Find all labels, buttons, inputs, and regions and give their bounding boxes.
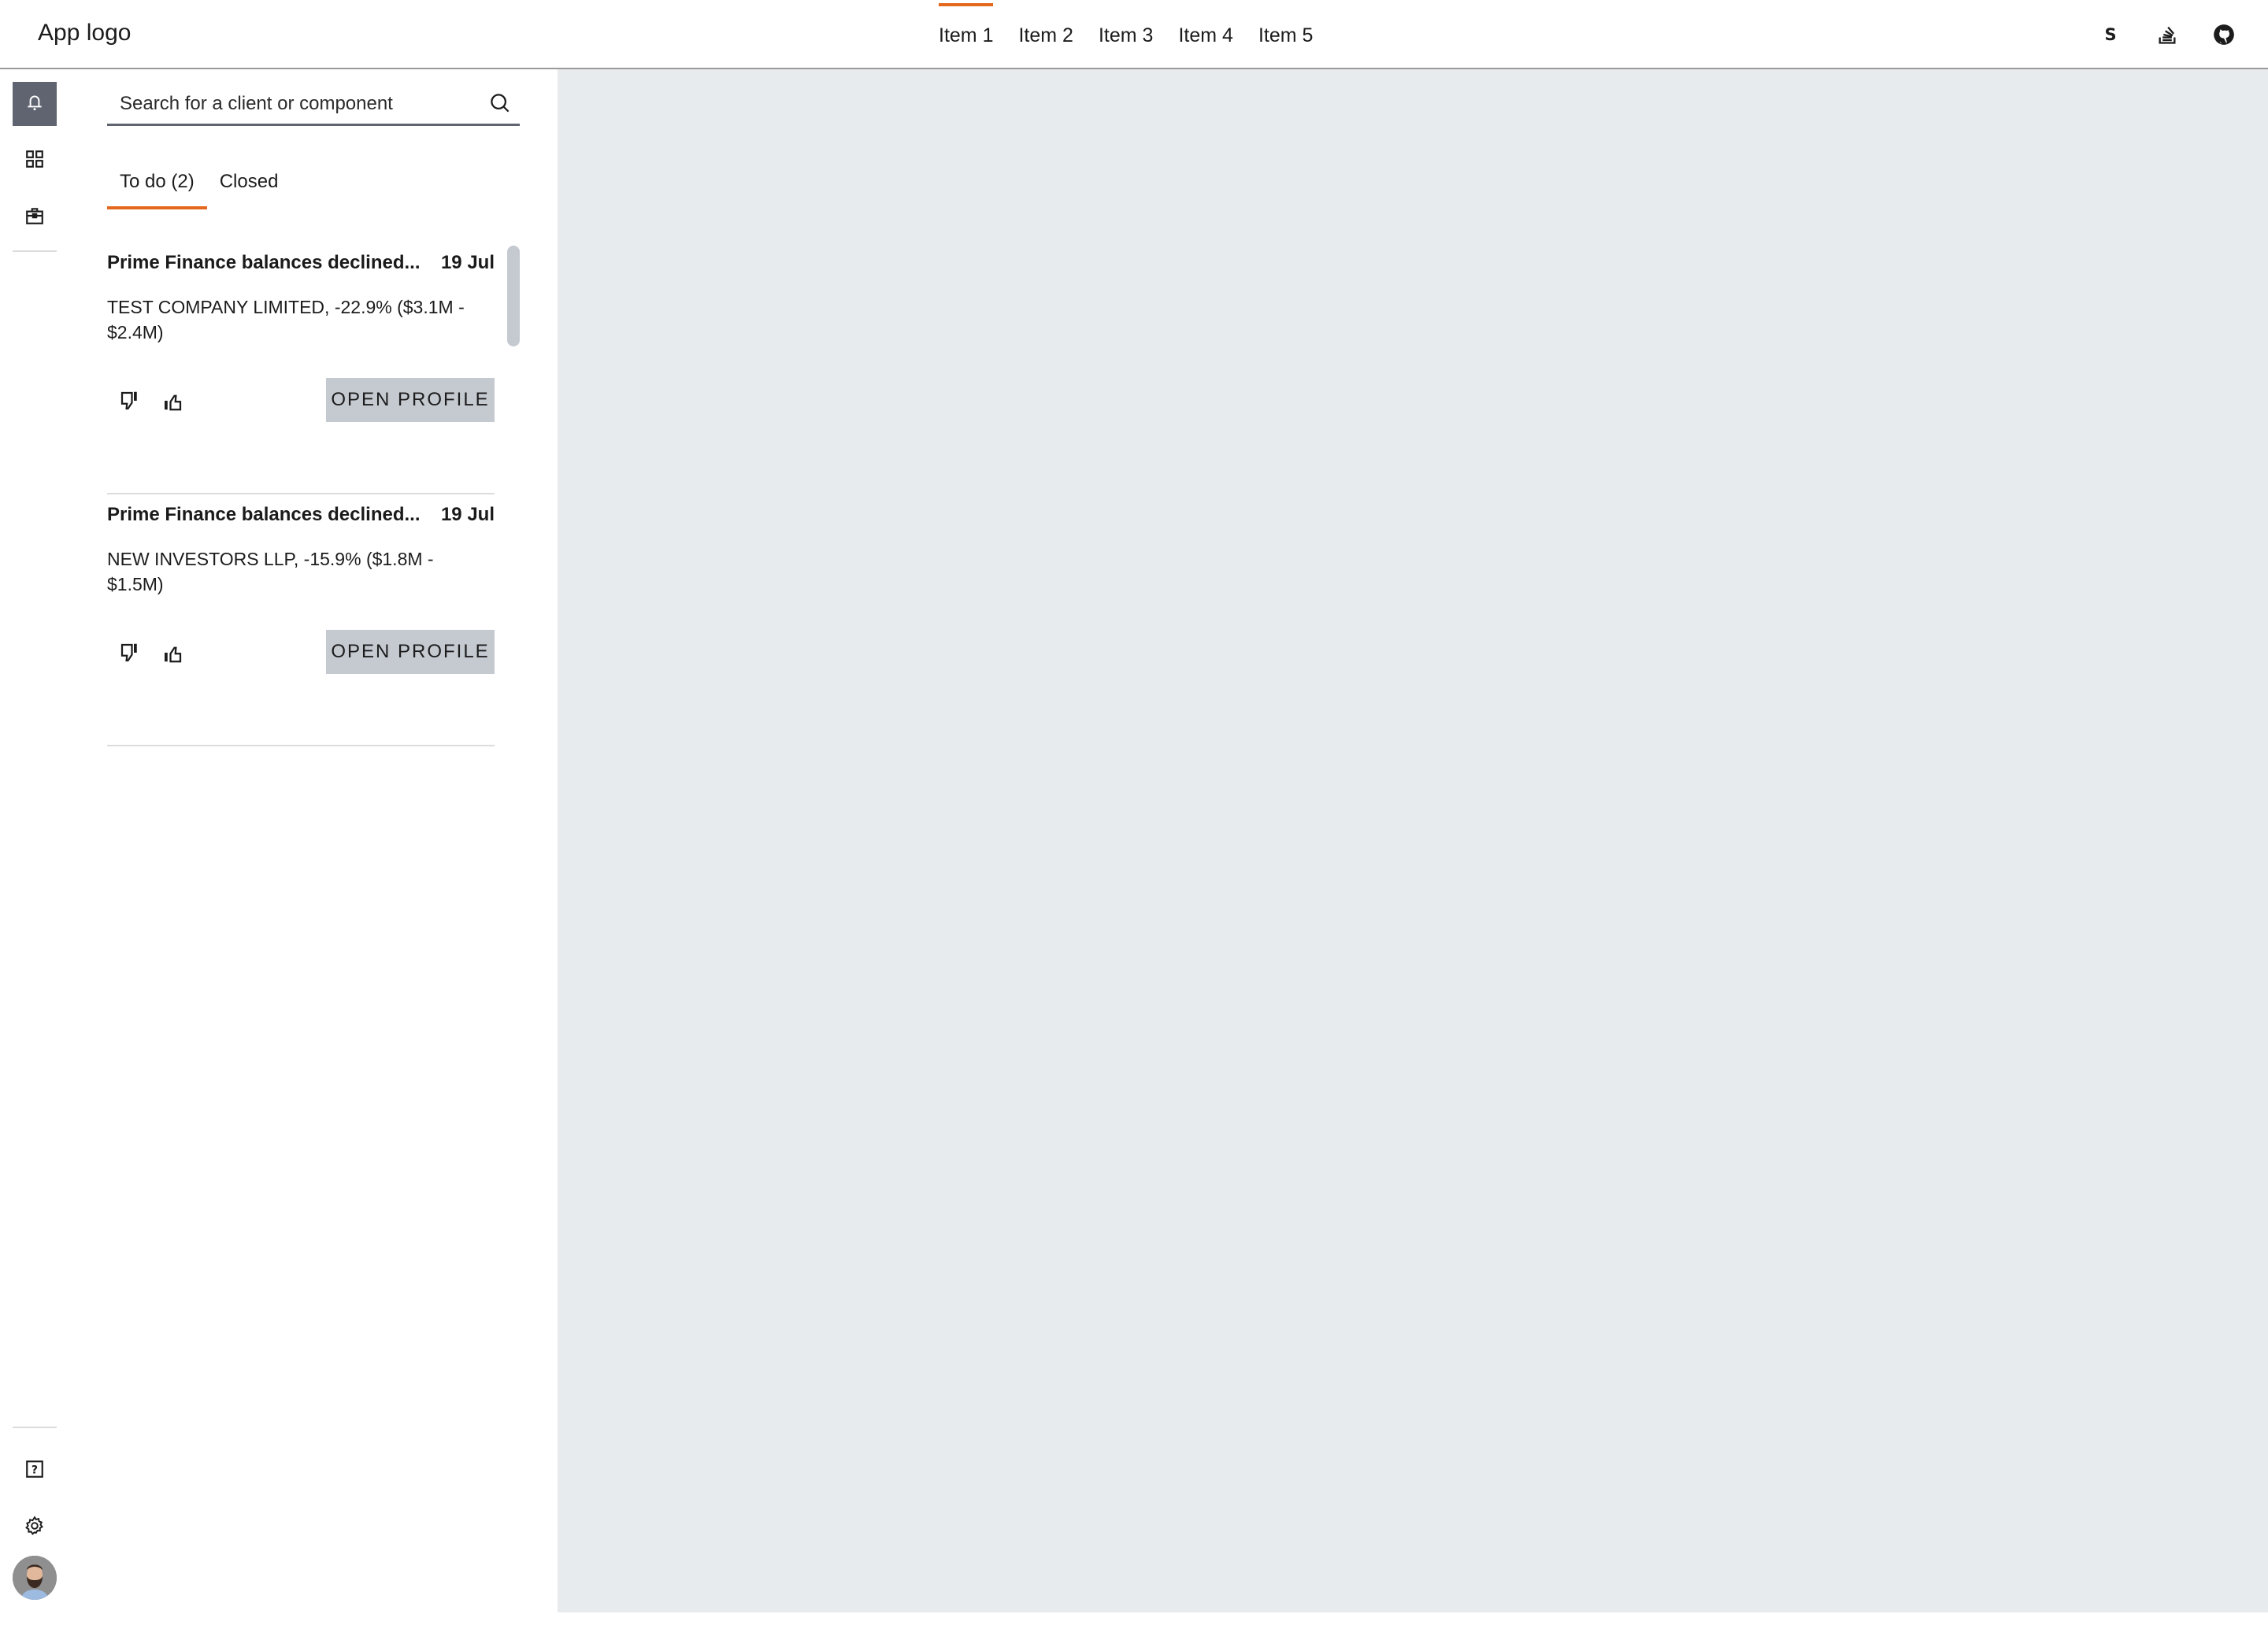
github-icon[interactable] [2211,17,2236,52]
rail-help-button[interactable]: ? [13,1449,57,1493]
alert-list: Prime Finance balances declined... 19 Ju… [107,242,520,746]
nav-item-4[interactable]: Item 4 [1178,0,1232,68]
rail-divider-bottom [13,1427,57,1428]
svg-text:?: ? [32,1464,38,1476]
alert-card: Prime Finance balances declined... 19 Ju… [107,242,495,494]
top-nav: Item 1 Item 2 Item 3 Item 4 Item 5 [939,0,1338,68]
icon-rail: ? [0,69,69,1625]
search-icon[interactable] [488,91,512,115]
help-icon: ? [24,1459,45,1483]
alert-title: Prime Finance balances declined... [107,252,421,273]
main-content [558,69,2268,1612]
search-field [107,85,520,126]
nav-item-2[interactable]: Item 2 [1018,0,1073,68]
rail-dashboard-button[interactable] [13,139,57,183]
thumbs-up-icon[interactable] [161,389,184,413]
avatar[interactable] [13,1556,57,1600]
nav-item-3[interactable]: Item 3 [1099,0,1153,68]
alert-title: Prime Finance balances declined... [107,504,421,525]
rail-notifications-button[interactable] [13,82,57,126]
grid-icon [24,149,45,173]
thumbs-up-icon[interactable] [161,641,184,664]
search-input[interactable] [107,85,477,123]
rail-portfolio-button[interactable] [13,195,57,239]
nav-item-1[interactable]: Item 1 [939,0,994,68]
list-scrollbar[interactable] [507,246,520,346]
tab-closed[interactable]: Closed [207,157,291,209]
svg-text:S: S [2104,25,2116,44]
notifications-panel: To do (2) Closed Prime Finance balances … [69,69,558,1625]
thumbs-down-icon[interactable] [118,389,142,413]
alert-card: Prime Finance balances declined... 19 Ju… [107,494,495,746]
nav-item-5[interactable]: Item 5 [1258,0,1313,68]
stackoverflow-icon[interactable] [2155,17,2180,52]
alert-actions: OPEN PROFILE [107,630,495,674]
tab-todo[interactable]: To do (2) [107,157,207,209]
thumbs-down-icon[interactable] [118,641,142,664]
alert-date: 19 Jul [440,504,495,525]
top-header: App logo Item 1 Item 2 Item 3 Item 4 Ite… [0,0,2268,69]
briefcase-icon [24,205,45,230]
alert-description: NEW INVESTORS LLP, -15.9% ($1.8M - $1.5M… [107,549,434,594]
rail-divider-top [13,250,57,252]
open-profile-button[interactable]: OPEN PROFILE [326,378,495,422]
header-icon-group: S [2098,17,2236,52]
alert-actions: OPEN PROFILE [107,378,495,422]
alert-description: TEST COMPANY LIMITED, -22.9% ($3.1M - $2… [107,297,465,342]
storybook-icon[interactable]: S [2098,17,2123,52]
open-profile-button[interactable]: OPEN PROFILE [326,630,495,674]
bell-icon [24,92,45,117]
app-logo[interactable]: App logo [38,17,131,49]
status-tabs: To do (2) Closed [107,157,291,209]
rail-settings-button[interactable] [13,1505,57,1549]
gear-icon [24,1515,45,1540]
alert-date: 19 Jul [440,252,495,273]
